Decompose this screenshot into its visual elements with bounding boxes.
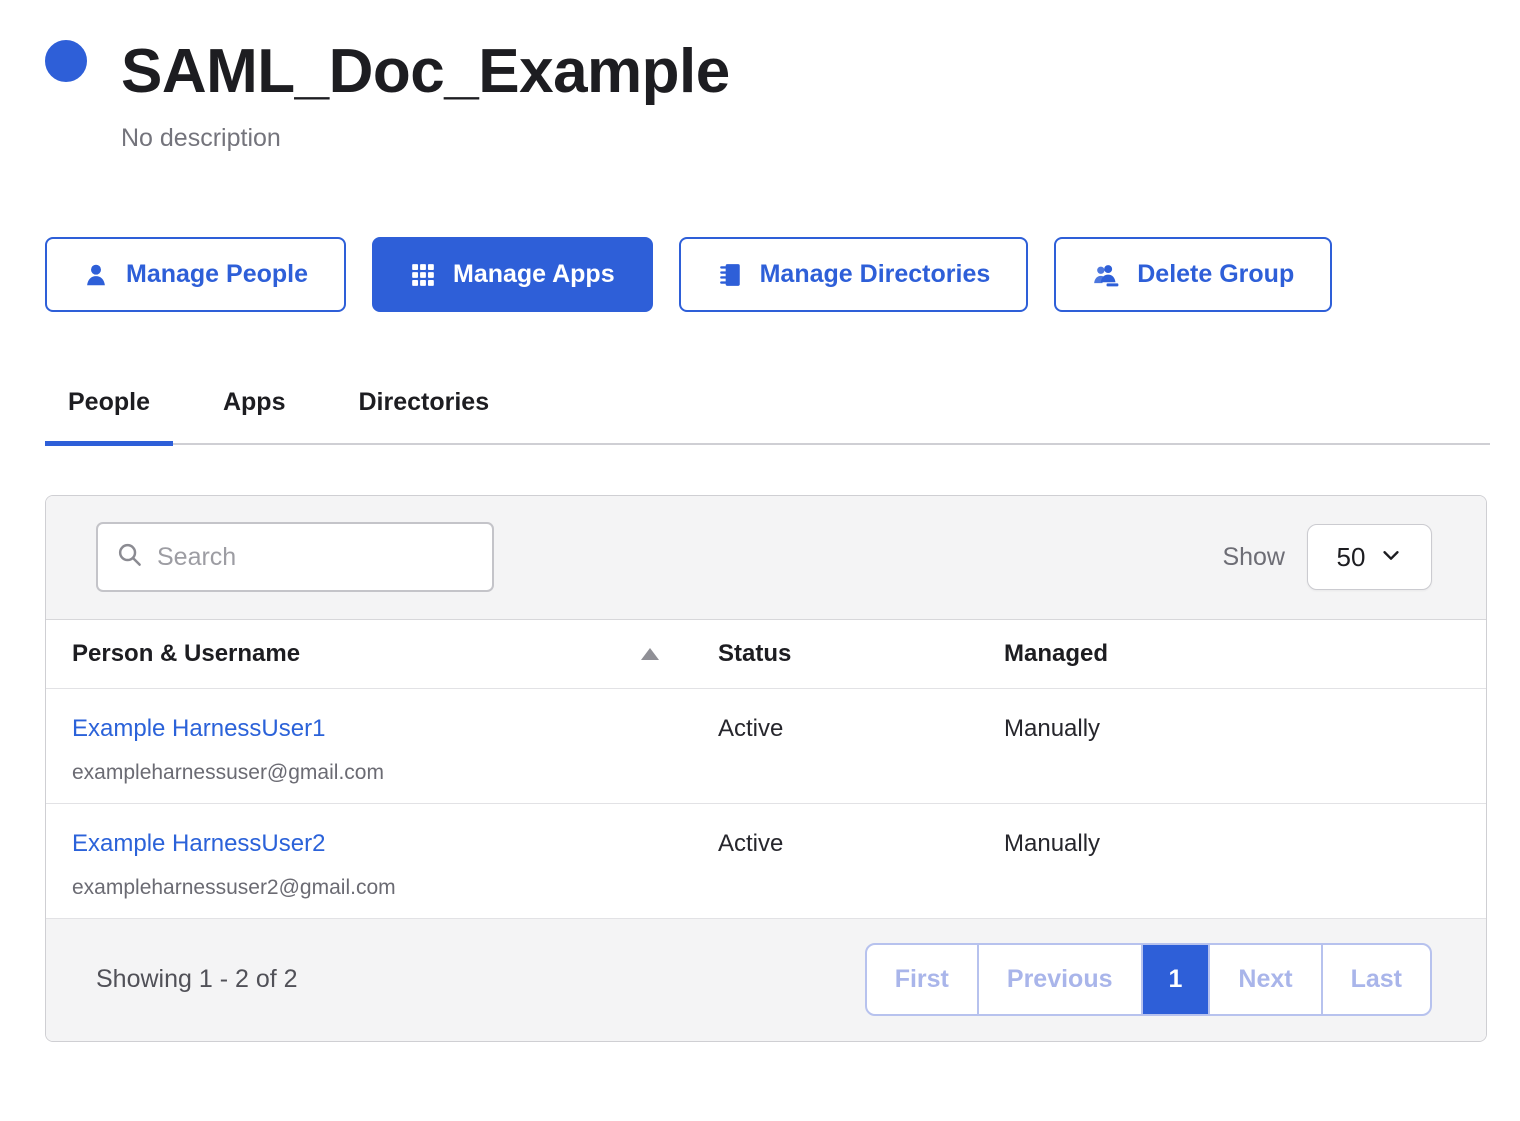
manage-people-button[interactable]: Manage People — [45, 237, 346, 312]
column-header-managed[interactable]: Managed — [1004, 640, 1486, 668]
delete-group-label: Delete Group — [1137, 260, 1294, 289]
tab-apps[interactable]: Apps — [200, 382, 309, 446]
tab-directories-label: Directories — [358, 388, 489, 416]
status-cell: Active — [718, 804, 1004, 918]
delete-group-button[interactable]: Delete Group — [1054, 237, 1332, 312]
manage-apps-label: Manage Apps — [453, 260, 615, 289]
group-description: No description — [121, 124, 730, 153]
managed-cell: Manually — [1004, 804, 1486, 918]
chevron-down-icon — [1380, 542, 1402, 573]
column-header-person-username-label: Person & Username — [72, 640, 300, 668]
tab-bar: People Apps Directories — [45, 382, 1490, 445]
table-row: Example HarnessUser2 exampleharnessuser2… — [46, 804, 1486, 919]
group-header: SAML_Doc_Example No description — [45, 38, 1490, 153]
group-ring-icon — [45, 40, 87, 82]
pagination: First Previous 1 Next Last — [865, 943, 1432, 1016]
page-size-value: 50 — [1337, 542, 1366, 573]
group-page: SAML_Doc_Example No description Manage P… — [0, 0, 1520, 1042]
person-link[interactable]: Example HarnessUser1 — [72, 715, 325, 742]
search-icon — [116, 541, 143, 573]
people-table-panel: Show 50 Person & Username Status Managed… — [45, 495, 1487, 1042]
person-cell: Example HarnessUser1 exampleharnessuser@… — [72, 689, 718, 803]
table-footer: Showing 1 - 2 of 2 First Previous 1 Next… — [46, 919, 1486, 1041]
table-header-row: Person & Username Status Managed — [46, 620, 1486, 689]
tab-people[interactable]: People — [45, 382, 173, 446]
manage-apps-button[interactable]: Manage Apps — [372, 237, 653, 312]
pagination-previous-button[interactable]: Previous — [977, 945, 1141, 1014]
results-summary: Showing 1 - 2 of 2 — [96, 965, 298, 994]
manage-people-label: Manage People — [126, 260, 308, 289]
action-button-row: Manage People Manage Apps Manage Directo… — [45, 237, 1490, 312]
directory-book-icon — [717, 262, 743, 288]
managed-cell: Manually — [1004, 689, 1486, 803]
table-toolbar: Show 50 — [46, 496, 1486, 620]
pagination-next-button[interactable]: Next — [1208, 945, 1320, 1014]
manage-directories-label: Manage Directories — [760, 260, 991, 289]
show-label: Show — [1222, 543, 1285, 572]
person-icon — [83, 262, 109, 288]
person-username: exampleharnessuser@gmail.com — [72, 761, 718, 785]
header-text: SAML_Doc_Example No description — [121, 38, 730, 153]
apps-grid-icon — [410, 262, 436, 288]
column-header-status[interactable]: Status — [718, 640, 1004, 668]
page-size-dropdown[interactable]: 50 — [1307, 524, 1432, 590]
pagination-page-1-button[interactable]: 1 — [1141, 945, 1209, 1014]
search-input[interactable] — [155, 542, 481, 573]
search-box — [96, 522, 494, 592]
page-size-group: Show 50 — [1222, 524, 1432, 590]
page-title: SAML_Doc_Example — [121, 38, 730, 106]
person-username: exampleharnessuser2@gmail.com — [72, 876, 718, 900]
pagination-first-button[interactable]: First — [867, 945, 977, 1014]
column-header-person-username[interactable]: Person & Username — [72, 640, 718, 668]
person-cell: Example HarnessUser2 exampleharnessuser2… — [72, 804, 718, 918]
tab-people-label: People — [68, 388, 150, 416]
tab-directories[interactable]: Directories — [335, 382, 512, 446]
status-cell: Active — [718, 689, 1004, 803]
person-link[interactable]: Example HarnessUser2 — [72, 830, 325, 857]
person-remove-icon — [1092, 262, 1120, 288]
table-row: Example HarnessUser1 exampleharnessuser@… — [46, 689, 1486, 804]
tab-apps-label: Apps — [223, 388, 286, 416]
pagination-last-button[interactable]: Last — [1321, 945, 1430, 1014]
sort-ascending-icon — [641, 648, 659, 660]
manage-directories-button[interactable]: Manage Directories — [679, 237, 1029, 312]
